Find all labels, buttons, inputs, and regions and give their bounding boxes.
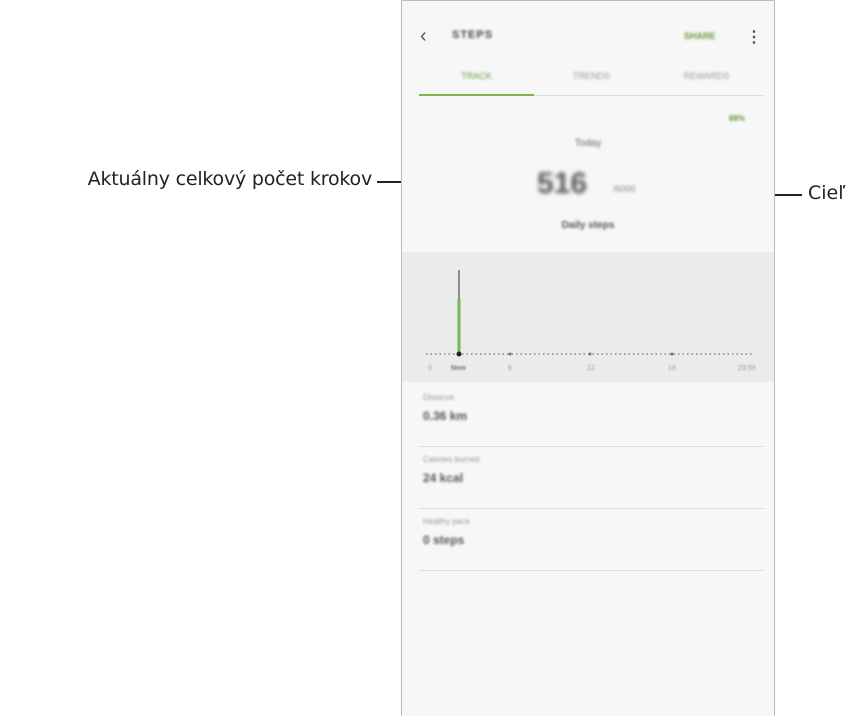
stat-calories: Calories burned 24 kcal: [419, 446, 764, 509]
daily-steps-label: Daily steps: [561, 220, 615, 231]
chart-tick-label: 0: [428, 365, 432, 372]
stat-calories-value: 24 kcal: [423, 471, 464, 485]
active-tab-indicator: [419, 94, 534, 96]
tab-track[interactable]: TRACK: [419, 71, 534, 81]
chart-tick-label: 23:59: [738, 365, 756, 372]
stat-calories-label: Calories burned: [423, 455, 480, 464]
page-title: STEPS: [452, 29, 494, 41]
tab-track-label: TRACK: [461, 71, 492, 81]
chart-baseline-dot: [508, 352, 512, 356]
chart-baseline-dot: [670, 352, 674, 356]
stat-healthy-pace-value: 0 steps: [423, 533, 465, 547]
callout-current-steps: Aktuálny celkový počet krokov: [87, 168, 373, 190]
callout-goal: Cieľ: [808, 182, 846, 204]
chart-tick-label: 6: [508, 365, 512, 372]
stat-healthy-pace-label: Healthy pace: [423, 517, 470, 526]
stat-distance-label: Distance: [423, 393, 455, 402]
tab-trends-label: TRENDS: [572, 71, 610, 81]
tab-trends[interactable]: TRENDS: [534, 71, 649, 81]
steps-count: 516: [537, 167, 588, 200]
steps-chart[interactable]: 0 Now 6 12 18 23:59: [402, 252, 774, 382]
goal-percent-badge: 88%: [729, 114, 746, 123]
steps-goal: /6000: [613, 184, 636, 194]
steps-chart-svg: 0 Now 6 12 18 23:59: [426, 270, 756, 372]
stat-healthy-pace: Healthy pace 0 steps: [419, 508, 764, 571]
tab-rewards-label: REWARDS: [683, 71, 730, 81]
steps-summary: 516 /6000: [537, 167, 667, 203]
chart-tick-label: Now: [451, 365, 466, 372]
tab-bar: TRACK TRENDS REWARDS: [419, 65, 764, 96]
day-label: Today: [574, 138, 602, 149]
back-arrow-icon[interactable]: ‹: [420, 25, 427, 48]
stat-distance: Distance 0.36 km: [419, 384, 764, 447]
share-button[interactable]: SHARE: [684, 31, 716, 41]
more-options-icon[interactable]: ⋮: [746, 27, 762, 47]
chart-now-dot: [456, 351, 462, 357]
phone-screen: ‹ STEPS SHARE ⋮ TRACK TRENDS REWARDS 88%…: [401, 0, 775, 716]
chart-baseline-dot: [588, 352, 592, 356]
stat-distance-value: 0.36 km: [423, 409, 468, 423]
app-bar: ‹ STEPS SHARE ⋮: [402, 1, 774, 71]
chart-tick-label: 12: [587, 365, 595, 372]
tab-rewards[interactable]: REWARDS: [649, 71, 764, 81]
chart-tick-label: 18: [668, 365, 676, 372]
